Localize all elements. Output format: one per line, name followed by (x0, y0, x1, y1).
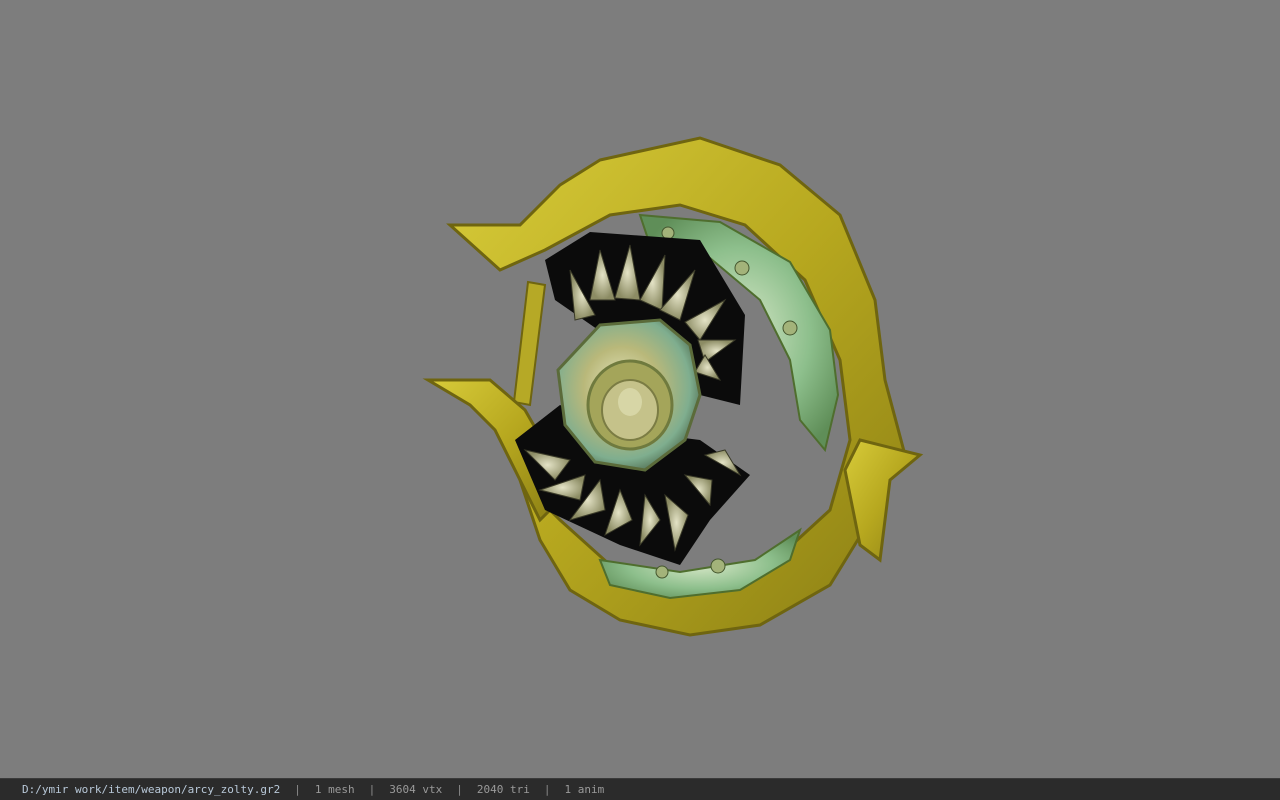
triangle-count: 2040 tri (476, 783, 530, 796)
vertex-count: 3604 vtx (389, 783, 443, 796)
separator: | (456, 783, 463, 796)
model-render[interactable] (0, 0, 1280, 778)
separator: | (543, 783, 551, 796)
3d-viewport[interactable] (0, 0, 1280, 778)
separator: | (294, 783, 301, 796)
mesh-count: 1 mesh (314, 783, 355, 796)
status-bar: D:/ymir work/item/weapon/arcy_zolty.gr2 |… (0, 778, 1280, 800)
file-path: D:/ymir work/item/weapon/arcy_zolty.gr2 (22, 783, 281, 796)
separator: | (368, 783, 376, 796)
animation-count: 1 anim (564, 783, 605, 796)
